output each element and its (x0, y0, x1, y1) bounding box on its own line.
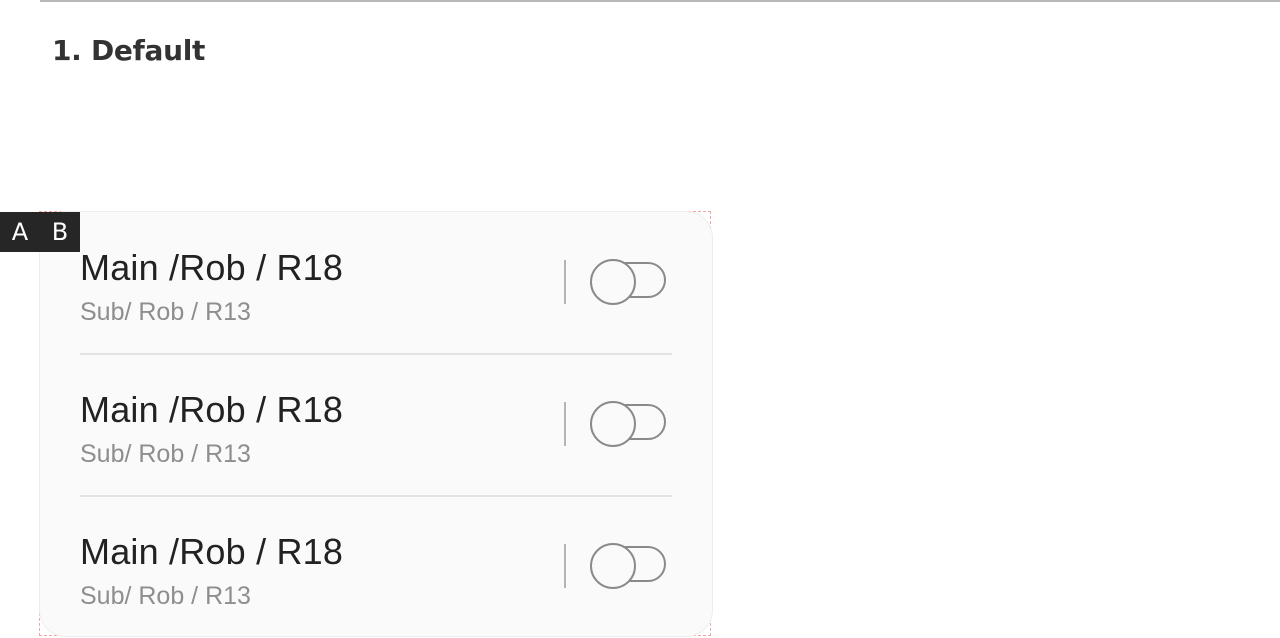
vertical-divider (564, 544, 566, 588)
ab-badge-b: B (51, 218, 69, 246)
vertical-divider (564, 402, 566, 446)
list-item-main-text: Main /Rob / R18 (80, 389, 344, 430)
top-divider (40, 0, 1280, 2)
list-item[interactable]: Main /Rob / R18 Sub/ Rob / R13 (40, 496, 712, 638)
ab-badge-a: A (11, 218, 29, 246)
list-item[interactable]: Main /Rob / R18 Sub/ Rob / R13 (40, 212, 712, 355)
list-card: Main /Rob / R18 Sub/ Rob / R13 Main /Rob… (40, 212, 712, 636)
list-item-sub-text: Sub/ Rob / R13 (80, 298, 251, 326)
switch-thumb (590, 259, 636, 305)
list-item-main-text: Main /Rob / R18 (80, 247, 344, 288)
toggle-switch[interactable] (590, 259, 668, 305)
ab-badge: A B (0, 212, 80, 252)
list-item[interactable]: Main /Rob / R18 Sub/ Rob / R13 (40, 354, 712, 497)
list-item-main-text: Main /Rob / R18 (80, 531, 344, 572)
toggle-switch[interactable] (590, 543, 668, 589)
switch-thumb (590, 401, 636, 447)
section-title: 1. Default (52, 34, 206, 67)
list-item-sub-text: Sub/ Rob / R13 (80, 582, 251, 610)
switch-thumb (590, 543, 636, 589)
list-item-sub-text: Sub/ Rob / R13 (80, 440, 251, 468)
toggle-switch[interactable] (590, 401, 668, 447)
vertical-divider (564, 260, 566, 304)
